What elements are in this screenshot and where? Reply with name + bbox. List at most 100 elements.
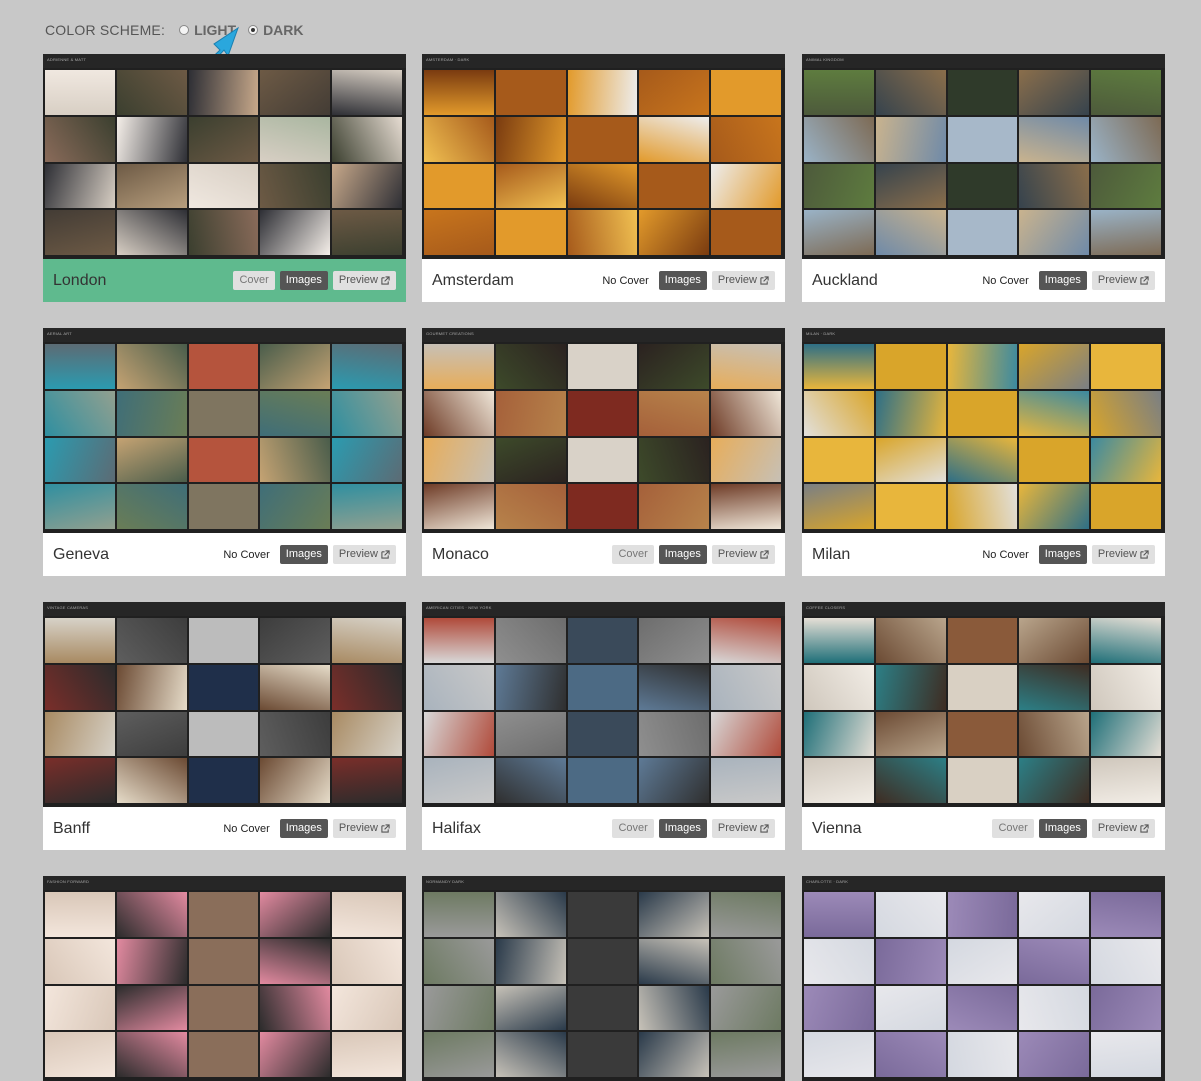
- theme-thumbnail[interactable]: FASHION FORWARD: [43, 876, 406, 1081]
- theme-thumbnail[interactable]: AMSTERDAM · DARK: [422, 54, 785, 259]
- theme-card[interactable]: CHARLOTTE · DARK: [802, 876, 1165, 1081]
- thumbnail-photo: [711, 985, 781, 1031]
- thumbnail-photo: [424, 390, 494, 436]
- thumbnail-photo: [947, 210, 1018, 255]
- theme-thumbnail[interactable]: CHARLOTTE · DARK: [802, 876, 1165, 1081]
- cover-button[interactable]: Cover: [612, 819, 654, 838]
- thumbnail-photo: [332, 938, 402, 984]
- preview-label: Preview: [717, 822, 757, 834]
- thumbnail-photo: [875, 985, 946, 1031]
- thumbnail-photo: [332, 664, 402, 710]
- preview-button[interactable]: Preview: [332, 545, 396, 564]
- theme-thumbnail[interactable]: ADRIENNE & MATT: [43, 54, 406, 259]
- thumbnail-photo: [947, 892, 1018, 937]
- images-button[interactable]: Images: [658, 545, 707, 564]
- preview-label: Preview: [717, 274, 757, 286]
- thumbnail-photo: [875, 711, 946, 757]
- thumbnail-photo: [1091, 711, 1161, 757]
- thumbnail-photo: [116, 892, 187, 937]
- theme-card[interactable]: VINTAGE CAMERAS Banff No Cover Images Previe…: [43, 602, 406, 850]
- images-button[interactable]: Images: [279, 545, 328, 564]
- thumbnail-photo: [567, 618, 638, 663]
- thumbnail-photo: [947, 484, 1018, 529]
- thumbnail-photo: [424, 892, 494, 937]
- images-button[interactable]: Images: [1038, 819, 1087, 838]
- thumbnail-photo: [45, 70, 115, 115]
- theme-thumbnail[interactable]: COFFEE CLOSERS: [802, 602, 1165, 807]
- theme-card[interactable]: NORMANDY DARK: [422, 876, 785, 1081]
- thumbnail-photo: [188, 70, 259, 115]
- thumbnail-photo: [45, 664, 115, 710]
- color-scheme-option-dark[interactable]: DARK: [248, 22, 304, 38]
- preview-button[interactable]: Preview: [711, 271, 775, 290]
- theme-thumbnail[interactable]: VINTAGE CAMERAS: [43, 602, 406, 807]
- theme-thumbnail[interactable]: GOURMET CREATIONS: [422, 328, 785, 533]
- thumbnail-photo: [424, 985, 494, 1031]
- thumbnail-photo: [495, 892, 566, 937]
- thumbnail-photo: [188, 711, 259, 757]
- cover-button[interactable]: Cover: [233, 271, 275, 290]
- preview-button[interactable]: Preview: [1091, 271, 1155, 290]
- preview-label: Preview: [1097, 274, 1137, 286]
- theme-thumbnail[interactable]: NORMANDY DARK: [422, 876, 785, 1081]
- thumbnail-photo: [1019, 758, 1090, 803]
- thumbnail-photo: [495, 938, 566, 984]
- preview-button[interactable]: Preview: [1091, 545, 1155, 564]
- thumbnail-photo: [711, 116, 781, 162]
- images-button[interactable]: Images: [1038, 271, 1087, 290]
- preview-button[interactable]: Preview: [711, 819, 775, 838]
- color-scheme-label: COLOR SCHEME:: [45, 22, 166, 38]
- images-button[interactable]: Images: [658, 271, 707, 290]
- thumbnail-photo: [567, 344, 638, 389]
- images-button[interactable]: Images: [279, 271, 328, 290]
- theme-thumbnail[interactable]: AERIAL ART: [43, 328, 406, 533]
- thumbnail-photo: [495, 344, 566, 389]
- thumbnail-photo: [45, 985, 115, 1031]
- theme-card[interactable]: AMERICAN CITIES · NEW YORK Halifax Cover Im…: [422, 602, 785, 850]
- card-footer: Milan No Cover Images Preview: [802, 533, 1165, 576]
- preview-button[interactable]: Preview: [332, 271, 396, 290]
- thumbnail-photo: [639, 711, 710, 757]
- thumbnail-photo: [711, 758, 781, 803]
- thumbnail-photo: [711, 892, 781, 937]
- theme-card[interactable]: AERIAL ART Geneva No Cover Images Preview: [43, 328, 406, 576]
- thumbnail-photo: [424, 664, 494, 710]
- theme-name: Vienna: [812, 819, 862, 837]
- thumbnail-photo: [332, 390, 402, 436]
- theme-card[interactable]: GOURMET CREATIONS Monaco Cover Images Previe…: [422, 328, 785, 576]
- images-button[interactable]: Images: [658, 819, 707, 838]
- dark-radio[interactable]: [248, 25, 259, 35]
- thumbnail-photo: [947, 758, 1018, 803]
- thumbnail-photo: [188, 344, 259, 389]
- images-button[interactable]: Images: [1038, 545, 1087, 564]
- thumbnail-photo: [260, 163, 331, 209]
- preview-button[interactable]: Preview: [711, 545, 775, 564]
- theme-card[interactable]: MILAN · DARK Milan No Cover Images Preview: [802, 328, 1165, 576]
- cover-button[interactable]: Cover: [992, 819, 1034, 838]
- theme-thumbnail[interactable]: AMERICAN CITIES · NEW YORK: [422, 602, 785, 807]
- theme-card[interactable]: COFFEE CLOSERS Vienna Cover Images Preview: [802, 602, 1165, 850]
- thumbnail-photo: [639, 70, 710, 115]
- cover-button[interactable]: Cover: [612, 545, 654, 564]
- theme-card[interactable]: FASHION FORWARD: [43, 876, 406, 1081]
- theme-card[interactable]: ADRIENNE & MATT London Cover Images Preview: [43, 54, 406, 302]
- thumbnail-photo: [639, 390, 710, 436]
- thumbnail-photo: [116, 938, 187, 984]
- images-button[interactable]: Images: [279, 819, 328, 838]
- thumbnail-photo: [495, 116, 566, 162]
- theme-card[interactable]: ANIMAL KINGDOM Auckland No Cover Images Prev…: [802, 54, 1165, 302]
- theme-thumbnail[interactable]: ANIMAL KINGDOM: [802, 54, 1165, 259]
- thumbnail-photo: [116, 664, 187, 710]
- thumbnail-photo: [639, 938, 710, 984]
- thumbnail-photo: [1091, 938, 1161, 984]
- theme-thumbnail[interactable]: MILAN · DARK: [802, 328, 1165, 533]
- preview-button[interactable]: Preview: [1091, 819, 1155, 838]
- thumbnail-photo: [567, 711, 638, 757]
- thumbnail-photo: [1019, 664, 1090, 710]
- thumbnail-photo: [567, 390, 638, 436]
- card-footer: Halifax Cover Images Preview: [422, 807, 785, 850]
- thumbnail-photo: [45, 758, 115, 803]
- preview-button[interactable]: Preview: [332, 819, 396, 838]
- theme-card[interactable]: AMSTERDAM · DARK Amsterdam No Cover Images P…: [422, 54, 785, 302]
- thumbnail-photo: [188, 892, 259, 937]
